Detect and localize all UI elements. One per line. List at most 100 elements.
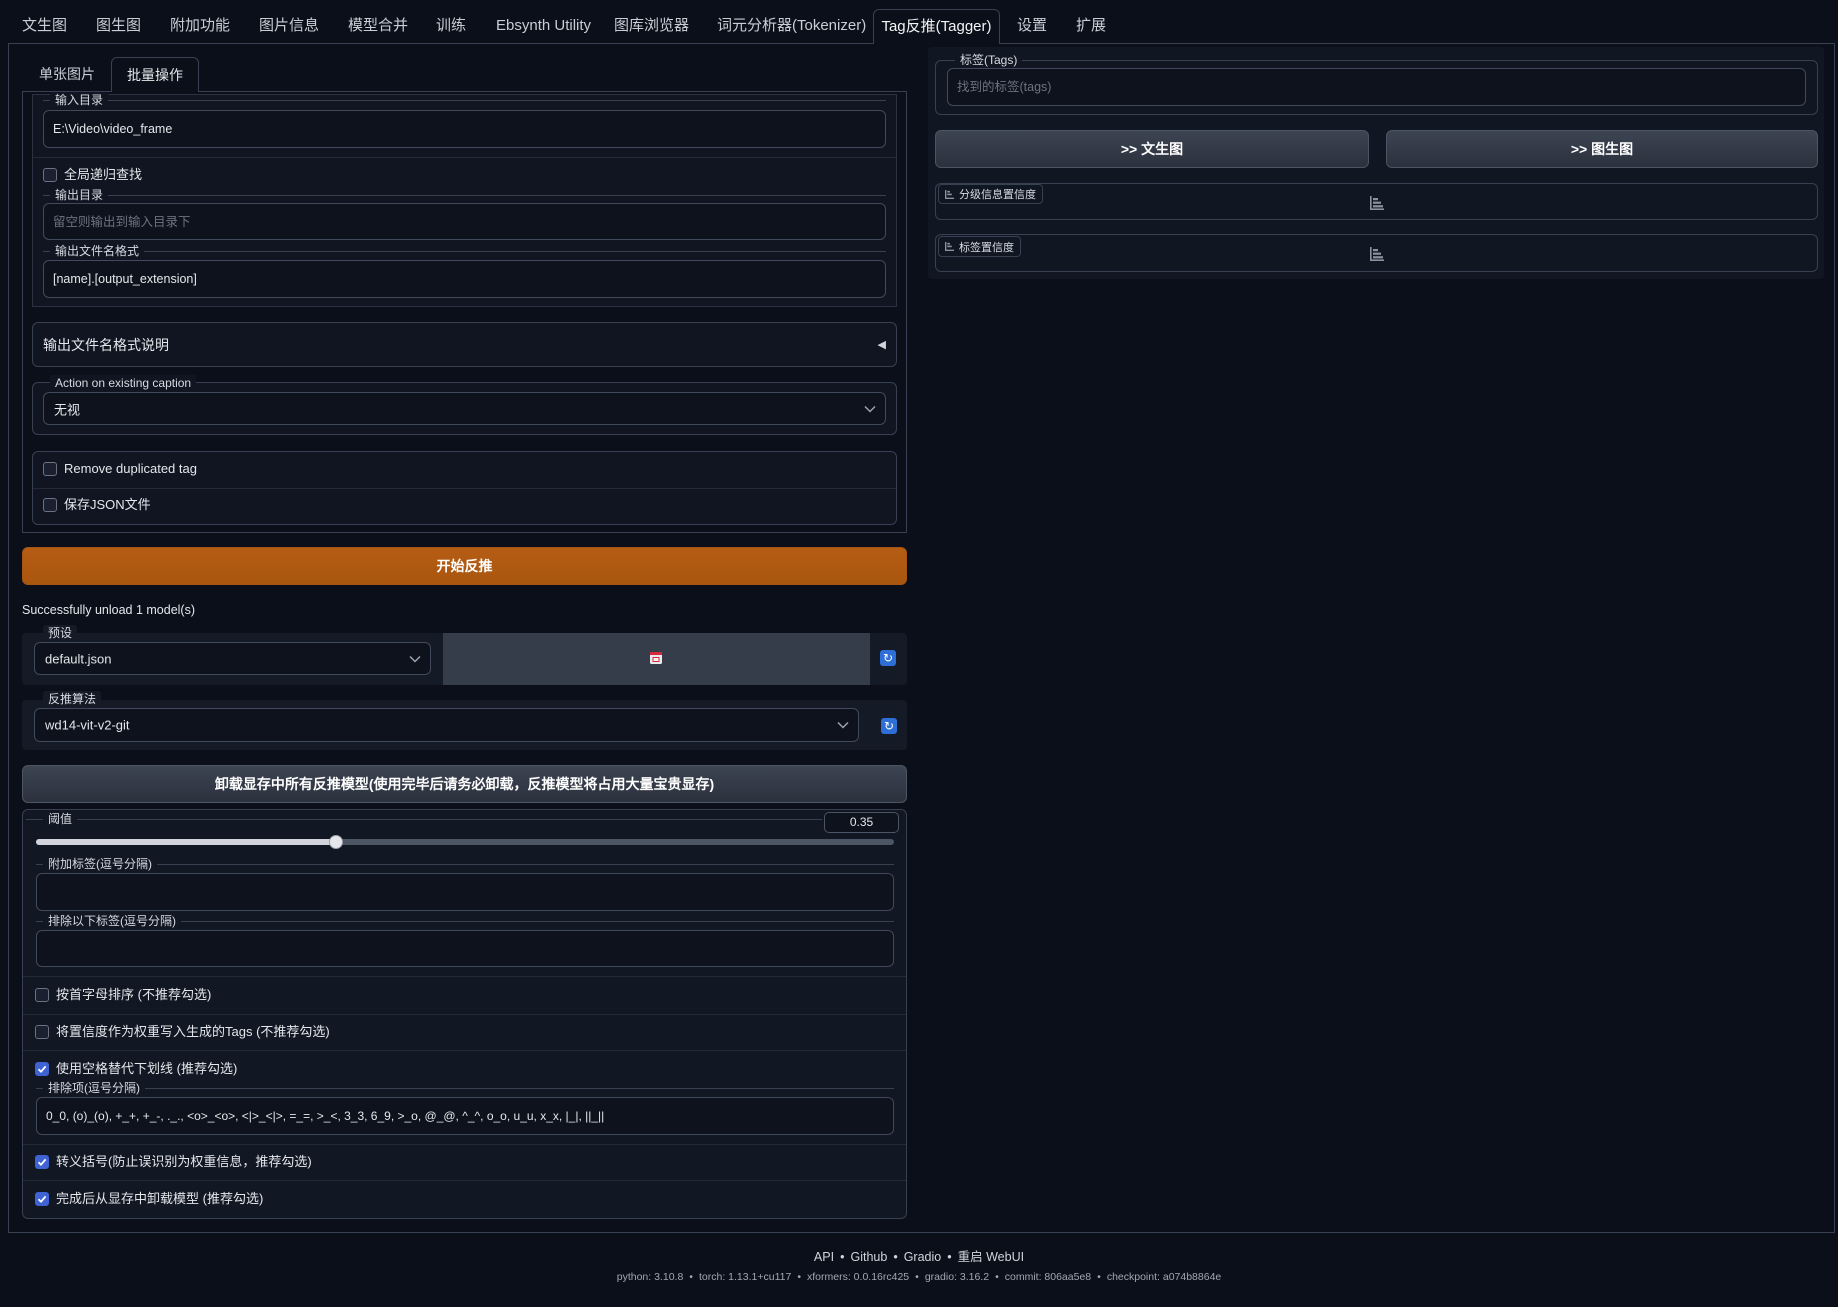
- replace-underscore-checkbox[interactable]: [35, 1062, 49, 1076]
- rating-confidences-panel: [935, 183, 1818, 220]
- underscore-excludes-label: 排除项(逗号分隔): [43, 1080, 145, 1096]
- tag-confidences-label: 标签置信度: [959, 241, 1014, 254]
- input-dir-label: 输入目录: [50, 92, 109, 108]
- save-json-checkbox[interactable]: [43, 498, 57, 512]
- field-border: [26, 819, 822, 820]
- tab-image-browser[interactable]: 图库浏览器: [614, 9, 689, 43]
- version-python: python: 3.10.8: [616, 1271, 684, 1283]
- remove-duplicated-tag-label: Remove duplicated tag: [64, 461, 197, 476]
- footer-link-github[interactable]: Github: [850, 1250, 887, 1264]
- footer-separator: •: [995, 1271, 999, 1283]
- divider: [23, 1014, 906, 1015]
- divider: [23, 1050, 906, 1051]
- threshold-slider-track[interactable]: [36, 835, 894, 849]
- tab-extras[interactable]: 附加功能: [170, 9, 230, 43]
- save-icon: [650, 652, 662, 664]
- bar-chart-icon: [1370, 247, 1384, 261]
- divider: [33, 157, 896, 158]
- tags-output-field[interactable]: [947, 68, 1806, 106]
- tab-extensions[interactable]: 扩展: [1076, 9, 1106, 43]
- save-preset-button[interactable]: [443, 633, 870, 685]
- version-gradio: gradio: 3.16.2: [924, 1271, 990, 1283]
- additional-tags-label: 附加标签(逗号分隔): [43, 856, 157, 872]
- footer-separator: •: [915, 1271, 919, 1283]
- footer-link-api[interactable]: API: [814, 1250, 834, 1264]
- send-to-img2img-button[interactable]: >> 图生图: [1386, 130, 1818, 168]
- unload-after-checkbox[interactable]: [35, 1192, 49, 1206]
- subtab-single-image[interactable]: 单张图片: [39, 57, 95, 92]
- tab-settings[interactable]: 设置: [1017, 9, 1047, 43]
- send-to-txt2img-button[interactable]: >> 文生图: [935, 130, 1369, 168]
- output-dir-label: 输出目录: [50, 187, 109, 203]
- threshold-slider-fill: [36, 839, 337, 845]
- footer-link-gradio[interactable]: Gradio: [904, 1250, 942, 1264]
- preset-value: default.json: [45, 651, 112, 666]
- threshold-label: 阈值: [43, 811, 78, 827]
- tab-tagger[interactable]: Tag反推(Tagger): [873, 9, 1000, 44]
- start-interrogate-button[interactable]: 开始反推: [22, 547, 907, 585]
- tab-png-info[interactable]: 图片信息: [259, 9, 319, 43]
- bar-chart-icon: [945, 189, 954, 199]
- field-border: [36, 864, 894, 865]
- refresh-interrogator-icon[interactable]: ↻: [881, 718, 897, 734]
- chevron-down-icon: [837, 721, 849, 729]
- field-border: [43, 195, 886, 196]
- rating-confidences-label: 分级信息置信度: [959, 189, 1036, 201]
- recursive-checkbox[interactable]: [43, 168, 57, 182]
- exclude-tags-field[interactable]: [36, 930, 894, 967]
- unload-models-button[interactable]: 卸载显存中所有反推模型(使用完毕后请务必卸载，反推模型将占用大量宝贵显存): [22, 765, 907, 803]
- exclude-tags-label: 排除以下标签(逗号分隔): [43, 913, 181, 929]
- escape-brackets-checkbox[interactable]: [35, 1155, 49, 1169]
- additional-tags-field[interactable]: [36, 873, 894, 911]
- footer-link-reload-webui[interactable]: 重启 WebUI: [958, 1250, 1024, 1264]
- tab-train[interactable]: 训练: [436, 9, 466, 43]
- caption-action-value: 无视: [54, 402, 81, 417]
- preset-dropdown[interactable]: default.json: [34, 642, 431, 675]
- status-message: Successfully unload 1 model(s): [22, 603, 195, 617]
- chevron-down-icon: [864, 405, 876, 413]
- underscore-excludes-field[interactable]: [36, 1097, 894, 1135]
- interrogator-dropdown[interactable]: wd14-vit-v2-git: [34, 708, 859, 742]
- tags-output-label: 标签(Tags): [955, 52, 1023, 68]
- bar-chart-icon: [1370, 196, 1384, 210]
- format-help-accordion[interactable]: 输出文件名格式说明 ◀: [32, 322, 897, 367]
- caption-action-label: Action on existing caption: [50, 375, 197, 391]
- tab-txt2img[interactable]: 文生图: [22, 9, 67, 43]
- footer-versions: python: 3.10.8 • torch: 1.13.1+cu117 • xform…: [0, 1270, 1838, 1284]
- interrogator-label: 反推算法: [43, 691, 102, 707]
- divider: [33, 488, 896, 489]
- subtab-batch[interactable]: 批量操作: [111, 57, 199, 92]
- version-checkpoint: checkpoint: a074b8864e: [1106, 1271, 1222, 1283]
- version-commit: commit: 806aa5e8: [1004, 1271, 1092, 1283]
- tab-tokenizer[interactable]: 词元分析器(Tokenizer): [717, 9, 866, 43]
- collapse-arrow-icon: ◀: [877, 338, 886, 351]
- refresh-preset-icon[interactable]: ↻: [880, 650, 896, 666]
- caption-action-dropdown[interactable]: 无视: [43, 392, 886, 425]
- field-border: [36, 1088, 894, 1089]
- preset-label: 预设: [43, 625, 78, 641]
- save-json-label: 保存JSON文件: [64, 497, 151, 512]
- divider: [23, 1180, 906, 1181]
- footer-separator: •: [689, 1271, 693, 1283]
- sort-alphabet-checkbox[interactable]: [35, 988, 49, 1002]
- replace-underscore-label: 使用空格替代下划线 (推荐勾选): [56, 1061, 238, 1076]
- divider: [23, 1144, 906, 1145]
- footer-separator: •: [947, 1250, 952, 1264]
- rating-confidences-label-chip: 分级信息置信度: [938, 184, 1043, 204]
- tab-ebsynth-utility[interactable]: Ebsynth Utility: [496, 9, 591, 43]
- bar-chart-icon: [945, 242, 954, 251]
- footer-separator: •: [840, 1250, 845, 1264]
- format-help-accordion-label: 输出文件名格式说明: [43, 337, 169, 353]
- output-dir-field[interactable]: [43, 203, 886, 240]
- chevron-down-icon: [409, 655, 421, 663]
- input-dir-field[interactable]: [43, 110, 886, 148]
- confidence-weight-checkbox[interactable]: [35, 1025, 49, 1039]
- output-filename-format-field[interactable]: [43, 260, 886, 298]
- footer-separator: •: [797, 1271, 802, 1283]
- divider: [23, 976, 906, 977]
- remove-duplicated-tag-checkbox[interactable]: [43, 462, 57, 476]
- tab-checkpoint-merger[interactable]: 模型合并: [348, 9, 408, 43]
- tab-img2img[interactable]: 图生图: [96, 9, 141, 43]
- threshold-number-input[interactable]: 0.35: [824, 812, 899, 833]
- footer-separator: •: [893, 1250, 898, 1264]
